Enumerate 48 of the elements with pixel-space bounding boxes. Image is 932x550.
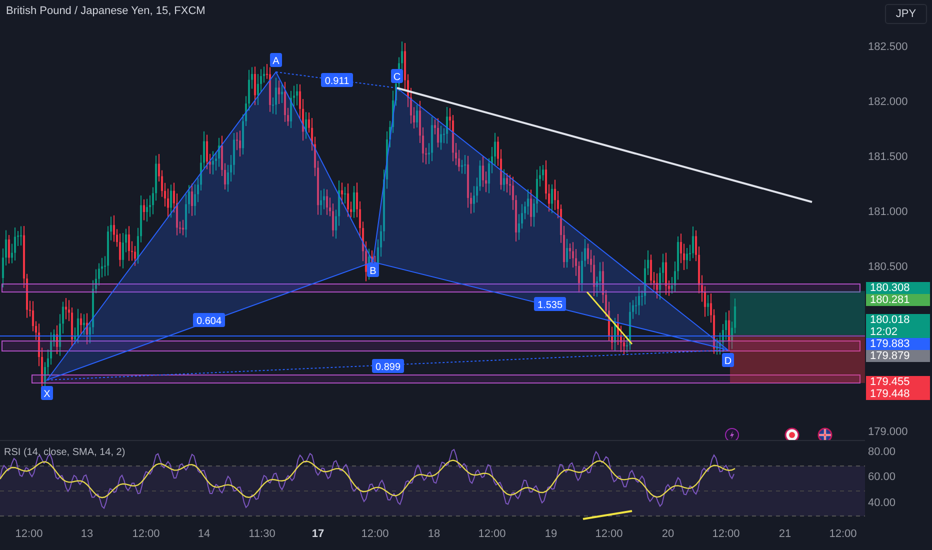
- record-icon: [784, 428, 800, 440]
- lightning-icon: [725, 428, 739, 440]
- time-label: 18: [428, 528, 440, 540]
- price-tick: 181.500: [868, 150, 908, 164]
- time-label: 21: [778, 528, 792, 540]
- price-tick: 180.500: [868, 260, 908, 274]
- price-tick: 181.000: [868, 205, 908, 219]
- pattern-point-label: B: [367, 263, 379, 277]
- time-label: 14: [198, 528, 210, 540]
- pattern-point-label: C: [391, 69, 403, 83]
- divergence-line: [582, 510, 632, 520]
- price-tag: 180.308: [866, 282, 930, 294]
- time-label: 12:00: [15, 528, 43, 540]
- time-label: 17: [312, 528, 324, 540]
- indicator-label: RSI (14, close, SMA, 14, 2): [4, 447, 126, 458]
- ratio-label: 0.899: [372, 359, 404, 373]
- time-label: 11:30: [248, 528, 276, 540]
- price-tag: 179.879: [866, 350, 930, 362]
- pattern-point-label: A: [270, 53, 282, 67]
- pattern-point-label: X: [41, 386, 53, 400]
- price-tick: 182.000: [868, 95, 908, 109]
- time-label: 12:00: [712, 528, 740, 540]
- rsi-tick: 60.00: [868, 470, 896, 484]
- ratio-label: 0.911: [321, 73, 353, 87]
- time-label: 19: [544, 528, 558, 540]
- time-label: 12:00: [595, 528, 623, 540]
- ratio-label: 0.604: [193, 313, 225, 327]
- divergence-line: [586, 292, 633, 344]
- rsi-tick: 80.00: [868, 445, 896, 459]
- price-tag: 180.018 12:02: [866, 314, 930, 338]
- time-label: 12:00: [361, 528, 389, 540]
- rsi-tick: 40.00: [868, 496, 896, 510]
- time-label: 12:00: [478, 528, 506, 540]
- chart-title: British Pound / Japanese Yen, 15, FXCM: [6, 5, 206, 17]
- flag-icon: [818, 428, 832, 440]
- time-label: 20: [662, 528, 674, 540]
- price-tag: 179.455: [866, 376, 930, 388]
- time-label: 12:00: [829, 528, 857, 540]
- price-tag: 179.883: [866, 338, 930, 350]
- price-tick: 179.000: [868, 425, 908, 439]
- ratio-label: 1.535: [534, 297, 566, 311]
- pattern-point-label: D: [722, 353, 734, 367]
- price-tick: 182.500: [868, 40, 908, 54]
- price-tag: 180.281: [866, 294, 930, 306]
- time-label: 12:00: [132, 528, 160, 540]
- time-label: 13: [80, 528, 94, 540]
- price-tag: 179.448: [866, 388, 930, 400]
- currency-button[interactable]: JPY: [885, 4, 927, 24]
